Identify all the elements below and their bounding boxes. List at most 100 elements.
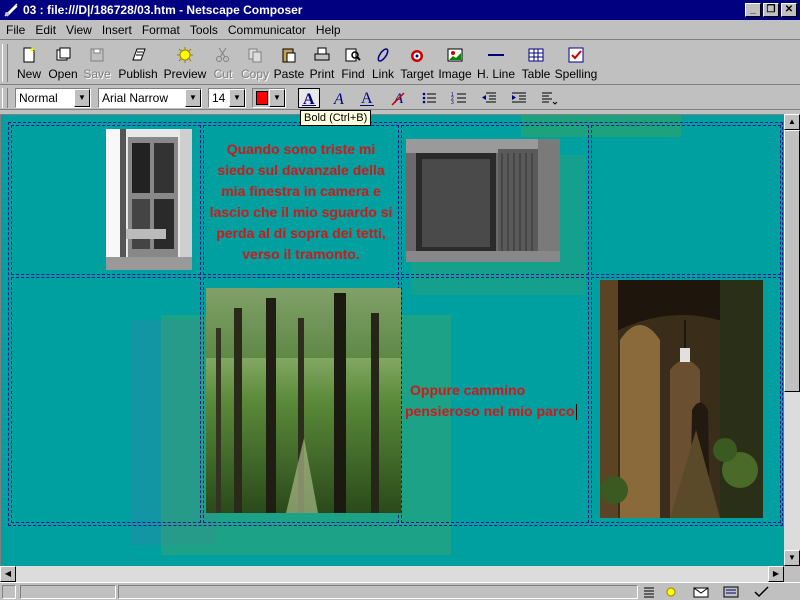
image-button[interactable]: Image [436,41,474,81]
security-lock-icon[interactable] [2,585,16,599]
menu-view[interactable]: View [60,23,96,37]
svg-text:3: 3 [451,100,454,106]
save-icon [90,48,104,62]
status-pane [20,585,116,599]
svg-text:A: A [361,90,373,107]
publish-button[interactable]: Publish [114,41,162,81]
menu-communicator[interactable]: Communicator [222,23,310,37]
copy-icon [248,48,262,63]
find-icon [345,48,361,62]
increase-indent-icon [512,92,526,103]
text-cursor [575,404,577,421]
chevron-down-icon[interactable]: ▼ [269,89,285,107]
navigator-icon[interactable] [642,586,656,599]
forest-photo[interactable] [206,288,401,513]
cut-button[interactable]: Cut [208,41,238,81]
window-photo[interactable] [106,129,192,270]
toolbar-grip[interactable] [2,44,8,82]
print-icon [314,47,330,61]
paragraph-text-2[interactable]: Oppure cammino pensieroso nel mio parco [405,380,589,422]
new-icon [23,47,35,63]
table-cell[interactable] [11,277,201,523]
paste-icon [282,48,296,63]
paste-button[interactable]: Paste [272,41,306,81]
text-color-picker[interactable]: ▼ [252,88,286,108]
editor-canvas[interactable]: Quando sono triste mi siedo sul davanzal… [0,114,784,566]
numbered-list-icon: 123 [451,92,466,106]
link-button[interactable]: Link [368,41,398,81]
chevron-down-icon[interactable]: ▼ [74,89,90,107]
italic-button[interactable]: A [328,88,350,108]
preview-icon [177,47,193,63]
paragraph-style-select[interactable]: Normal ▼ [15,88,91,108]
target-button[interactable]: Target [398,41,436,81]
underline-icon: A [360,90,374,107]
spelling-button[interactable]: Spelling [554,41,598,81]
link-icon [377,48,389,62]
numbered-list-button[interactable]: 123 [448,88,470,108]
table-icon [528,48,544,62]
hline-button[interactable]: H. Line [474,41,518,81]
close-button[interactable]: ✕ [781,3,797,17]
formatting-toolbar-grip[interactable] [2,88,8,108]
clear-styles-button[interactable]: A [388,88,410,108]
svg-text:A: A [333,91,344,107]
chevron-down-icon[interactable]: ▼ [229,89,245,107]
decrease-indent-icon [482,92,496,103]
underline-button[interactable]: A [356,88,378,108]
menu-tools[interactable]: Tools [184,23,222,37]
scroll-left-icon[interactable]: ◀ [0,566,16,582]
scrollbar-corner [784,566,800,582]
save-button[interactable]: Save [80,41,114,81]
find-button[interactable]: Find [338,41,368,81]
copy-button[interactable]: Copy [238,41,272,81]
menu-format[interactable]: Format [136,23,184,37]
menu-bar: File Edit View Insert Format Tools Commu… [0,20,800,40]
decrease-indent-button[interactable] [478,88,500,108]
bold-tooltip: Bold (Ctrl+B) [300,110,372,126]
mailbox-icon[interactable] [692,585,712,599]
table-cell[interactable] [591,125,781,275]
bold-button[interactable]: A [298,88,320,108]
image-icon [447,48,463,62]
new-button[interactable]: New [12,41,46,81]
menu-edit[interactable]: Edit [29,23,60,37]
status-message [118,585,638,599]
menu-file[interactable]: File [0,23,29,37]
align-left-icon [542,92,558,105]
discussions-icon[interactable] [722,585,742,599]
clear-styles-icon: A [391,91,405,107]
print-button[interactable]: Print [306,41,338,81]
formatting-toolbar: Normal ▼ Arial Narrow ▼ 14 ▼ ▼ A A A A 1… [0,86,800,110]
spelling-icon [568,47,584,63]
restore-button[interactable]: ❐ [763,3,779,17]
composer-icon[interactable] [662,585,680,599]
vertical-scroll-thumb[interactable] [784,130,800,392]
composition-toolbar: New Open Save Publish Preview Cut Copy P… [0,41,800,85]
menu-help[interactable]: Help [310,23,345,37]
bold-icon: A [302,91,316,107]
arcade-corridor-photo[interactable] [600,280,763,518]
publish-icon [132,48,146,61]
menu-insert[interactable]: Insert [96,23,136,37]
font-face-select[interactable]: Arial Narrow ▼ [98,88,202,108]
vertical-scrollbar[interactable]: ▲ ▼ [784,114,800,566]
table-button[interactable]: Table [518,41,554,81]
status-bar [0,582,800,600]
scroll-up-icon[interactable]: ▲ [784,114,800,130]
open-button[interactable]: Open [46,41,80,81]
bullet-list-icon [422,92,436,104]
shutter-window-photo[interactable] [406,139,560,262]
minimize-button[interactable]: _ [745,3,761,17]
paragraph-text-1[interactable]: Quando sono triste mi siedo sul davanzal… [204,139,398,265]
chevron-down-icon[interactable]: ▼ [185,89,201,107]
increase-indent-button[interactable] [508,88,530,108]
preview-button[interactable]: Preview [162,41,208,81]
scroll-down-icon[interactable]: ▼ [784,550,800,566]
alignment-button[interactable] [538,88,560,108]
scroll-right-icon[interactable]: ▶ [768,566,784,582]
bullet-list-button[interactable] [418,88,440,108]
spelling-check-icon[interactable] [752,585,772,599]
horizontal-scrollbar[interactable]: ◀ ▶ [0,566,784,582]
font-size-select[interactable]: 14 ▼ [208,88,246,108]
